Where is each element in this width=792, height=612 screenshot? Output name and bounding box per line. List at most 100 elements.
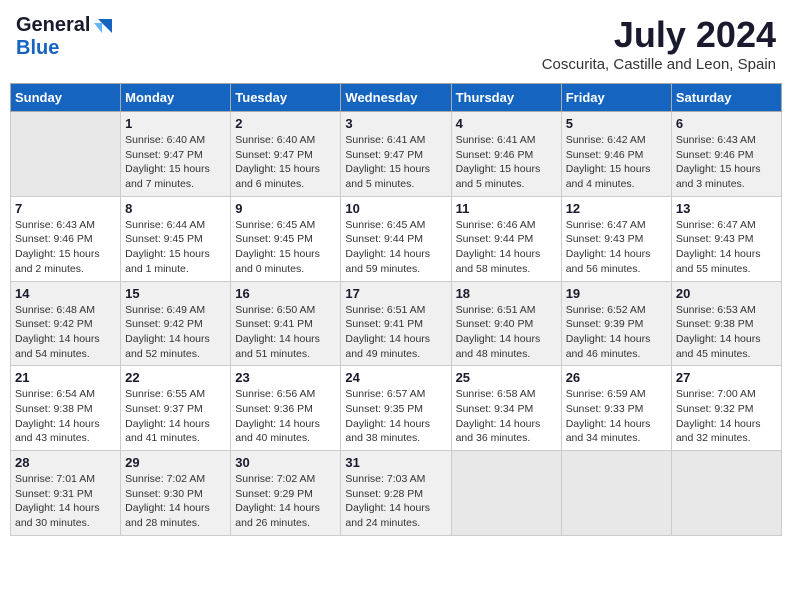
calendar-cell: 30Sunrise: 7:02 AM Sunset: 9:29 PM Dayli… bbox=[231, 451, 341, 536]
calendar-cell: 24 Sunrise: 6:57 AM Sunset: 9:35 PM Dayli… bbox=[341, 366, 451, 451]
day-info: Sunrise: 6:51 AM Sunset: 9:40 PM Dayligh… bbox=[456, 303, 557, 362]
calendar-cell: 6 Sunrise: 6:43 AM Sunset: 9:46 PM Daylig… bbox=[671, 112, 781, 197]
calendar-cell: 28 Sunrise: 7:01 AM Sunset: 9:31 PM Dayli… bbox=[11, 451, 121, 536]
calendar-cell bbox=[671, 451, 781, 536]
day-info: Sunrise: 7:02 AM Sunset: 9:29 PM Dayligh… bbox=[235, 472, 336, 531]
day-number: 20 bbox=[676, 286, 777, 301]
day-number: 3 bbox=[345, 116, 446, 131]
day-number: 13 bbox=[676, 201, 777, 216]
calendar-cell bbox=[561, 451, 671, 536]
day-number: 31 bbox=[345, 455, 446, 470]
header-friday: Friday bbox=[561, 84, 671, 112]
day-number: 6 bbox=[676, 116, 777, 131]
day-number: 10 bbox=[345, 201, 446, 216]
calendar-cell: 27Sunrise: 7:00 AM Sunset: 9:32 PM Dayli… bbox=[671, 366, 781, 451]
day-number: 21 bbox=[15, 370, 116, 385]
header-saturday: Saturday bbox=[671, 84, 781, 112]
header-tuesday: Tuesday bbox=[231, 84, 341, 112]
day-number: 7 bbox=[15, 201, 116, 216]
calendar-week-row: 14 Sunrise: 6:48 AM Sunset: 9:42 PM Dayli… bbox=[11, 281, 782, 366]
day-number: 17 bbox=[345, 286, 446, 301]
day-number: 27 bbox=[676, 370, 777, 385]
day-number: 8 bbox=[125, 201, 226, 216]
day-number: 26 bbox=[566, 370, 667, 385]
day-info: Sunrise: 6:53 AM Sunset: 9:38 PM Dayligh… bbox=[676, 303, 777, 362]
calendar-cell: 4 Sunrise: 6:41 AM Sunset: 9:46 PM Daylig… bbox=[451, 112, 561, 197]
day-info: Sunrise: 6:49 AM Sunset: 9:42 PM Dayligh… bbox=[125, 303, 226, 362]
main-title: July 2024 bbox=[542, 14, 776, 56]
day-info: Sunrise: 6:47 AM Sunset: 9:43 PM Dayligh… bbox=[566, 218, 667, 277]
subtitle: Coscurita, Castille and Leon, Spain bbox=[542, 56, 776, 73]
day-number: 15 bbox=[125, 286, 226, 301]
calendar-cell: 16Sunrise: 6:50 AM Sunset: 9:41 PM Dayli… bbox=[231, 281, 341, 366]
calendar-cell: 10 Sunrise: 6:45 AM Sunset: 9:44 PM Dayli… bbox=[341, 196, 451, 281]
header-wednesday: Wednesday bbox=[341, 84, 451, 112]
calendar-cell: 7 Sunrise: 6:43 AM Sunset: 9:46 PM Daylig… bbox=[11, 196, 121, 281]
calendar-cell: 17 Sunrise: 6:51 AM Sunset: 9:41 PM Dayli… bbox=[341, 281, 451, 366]
logo: General Blue bbox=[16, 14, 114, 60]
calendar-cell: 29Sunrise: 7:02 AM Sunset: 9:30 PM Dayli… bbox=[121, 451, 231, 536]
day-info: Sunrise: 7:02 AM Sunset: 9:30 PM Dayligh… bbox=[125, 472, 226, 531]
calendar-cell: 26 Sunrise: 6:59 AM Sunset: 9:33 PM Dayli… bbox=[561, 366, 671, 451]
day-number: 5 bbox=[566, 116, 667, 131]
day-info: Sunrise: 6:56 AM Sunset: 9:36 PM Dayligh… bbox=[235, 387, 336, 446]
logo-general: General bbox=[16, 14, 90, 37]
day-number: 18 bbox=[456, 286, 557, 301]
calendar-cell: 5 Sunrise: 6:42 AM Sunset: 9:46 PM Daylig… bbox=[561, 112, 671, 197]
day-info: Sunrise: 6:51 AM Sunset: 9:41 PM Dayligh… bbox=[345, 303, 446, 362]
calendar-cell: 2 Sunrise: 6:40 AM Sunset: 9:47 PM Daylig… bbox=[231, 112, 341, 197]
day-info: Sunrise: 6:42 AM Sunset: 9:46 PM Dayligh… bbox=[566, 133, 667, 192]
day-number: 2 bbox=[235, 116, 336, 131]
calendar-week-row: 28 Sunrise: 7:01 AM Sunset: 9:31 PM Dayli… bbox=[11, 451, 782, 536]
day-info: Sunrise: 6:55 AM Sunset: 9:37 PM Dayligh… bbox=[125, 387, 226, 446]
calendar-cell: 9 Sunrise: 6:45 AM Sunset: 9:45 PM Daylig… bbox=[231, 196, 341, 281]
calendar-cell: 13Sunrise: 6:47 AM Sunset: 9:43 PM Dayli… bbox=[671, 196, 781, 281]
day-number: 14 bbox=[15, 286, 116, 301]
day-number: 24 bbox=[345, 370, 446, 385]
day-info: Sunrise: 6:57 AM Sunset: 9:35 PM Dayligh… bbox=[345, 387, 446, 446]
day-number: 16 bbox=[235, 286, 336, 301]
day-number: 1 bbox=[125, 116, 226, 131]
day-number: 22 bbox=[125, 370, 226, 385]
logo-blue: Blue bbox=[16, 37, 59, 59]
header-sunday: Sunday bbox=[11, 84, 121, 112]
day-number: 19 bbox=[566, 286, 667, 301]
calendar-cell: 18 Sunrise: 6:51 AM Sunset: 9:40 PM Dayli… bbox=[451, 281, 561, 366]
day-info: Sunrise: 6:46 AM Sunset: 9:44 PM Dayligh… bbox=[456, 218, 557, 277]
day-info: Sunrise: 6:52 AM Sunset: 9:39 PM Dayligh… bbox=[566, 303, 667, 362]
calendar-cell: 15 Sunrise: 6:49 AM Sunset: 9:42 PM Dayli… bbox=[121, 281, 231, 366]
day-number: 4 bbox=[456, 116, 557, 131]
day-number: 11 bbox=[456, 201, 557, 216]
day-info: Sunrise: 6:40 AM Sunset: 9:47 PM Dayligh… bbox=[125, 133, 226, 192]
day-info: Sunrise: 6:43 AM Sunset: 9:46 PM Dayligh… bbox=[15, 218, 116, 277]
day-info: Sunrise: 6:43 AM Sunset: 9:46 PM Dayligh… bbox=[676, 133, 777, 192]
calendar-cell: 11 Sunrise: 6:46 AM Sunset: 9:44 PM Dayli… bbox=[451, 196, 561, 281]
day-number: 25 bbox=[456, 370, 557, 385]
day-number: 23 bbox=[235, 370, 336, 385]
day-number: 28 bbox=[15, 455, 116, 470]
calendar-cell: 31Sunrise: 7:03 AM Sunset: 9:28 PM Dayli… bbox=[341, 451, 451, 536]
day-info: Sunrise: 6:48 AM Sunset: 9:42 PM Dayligh… bbox=[15, 303, 116, 362]
calendar-header-row: SundayMondayTuesdayWednesdayThursdayFrid… bbox=[11, 84, 782, 112]
day-info: Sunrise: 6:45 AM Sunset: 9:44 PM Dayligh… bbox=[345, 218, 446, 277]
day-info: Sunrise: 6:45 AM Sunset: 9:45 PM Dayligh… bbox=[235, 218, 336, 277]
calendar-cell: 21 Sunrise: 6:54 AM Sunset: 9:38 PM Dayli… bbox=[11, 366, 121, 451]
calendar-cell: 12 Sunrise: 6:47 AM Sunset: 9:43 PM Dayli… bbox=[561, 196, 671, 281]
calendar-cell: 8Sunrise: 6:44 AM Sunset: 9:45 PM Daylig… bbox=[121, 196, 231, 281]
calendar-cell: 19 Sunrise: 6:52 AM Sunset: 9:39 PM Dayli… bbox=[561, 281, 671, 366]
day-info: Sunrise: 6:54 AM Sunset: 9:38 PM Dayligh… bbox=[15, 387, 116, 446]
day-number: 12 bbox=[566, 201, 667, 216]
day-info: Sunrise: 6:41 AM Sunset: 9:46 PM Dayligh… bbox=[456, 133, 557, 192]
day-number: 9 bbox=[235, 201, 336, 216]
day-info: Sunrise: 6:59 AM Sunset: 9:33 PM Dayligh… bbox=[566, 387, 667, 446]
calendar-cell: 20 Sunrise: 6:53 AM Sunset: 9:38 PM Dayli… bbox=[671, 281, 781, 366]
calendar-cell: 3Sunrise: 6:41 AM Sunset: 9:47 PM Daylig… bbox=[341, 112, 451, 197]
calendar-cell: 1 Sunrise: 6:40 AM Sunset: 9:47 PM Daylig… bbox=[121, 112, 231, 197]
day-info: Sunrise: 7:01 AM Sunset: 9:31 PM Dayligh… bbox=[15, 472, 116, 531]
calendar-week-row: 7 Sunrise: 6:43 AM Sunset: 9:46 PM Daylig… bbox=[11, 196, 782, 281]
title-block: July 2024 Coscurita, Castille and Leon, … bbox=[542, 14, 776, 73]
day-info: Sunrise: 6:58 AM Sunset: 9:34 PM Dayligh… bbox=[456, 387, 557, 446]
day-info: Sunrise: 6:40 AM Sunset: 9:47 PM Dayligh… bbox=[235, 133, 336, 192]
calendar-cell: 22 Sunrise: 6:55 AM Sunset: 9:37 PM Dayli… bbox=[121, 366, 231, 451]
header-monday: Monday bbox=[121, 84, 231, 112]
